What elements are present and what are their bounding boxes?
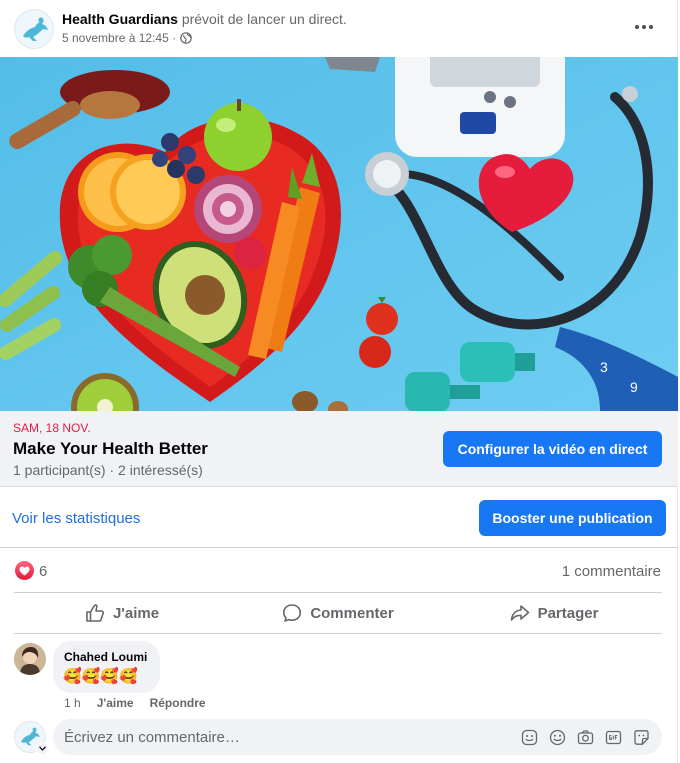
thumbs-up-icon	[86, 604, 104, 622]
globe-icon	[180, 32, 192, 44]
page-name[interactable]: Health Guardians	[62, 11, 178, 27]
love-reaction-icon[interactable]	[15, 561, 34, 580]
comment-label: Commenter	[310, 604, 394, 622]
comment-reply-link[interactable]: Répondre	[150, 696, 206, 710]
page-avatar[interactable]	[14, 9, 54, 49]
comment-button[interactable]: Commenter	[230, 593, 446, 633]
share-label: Partager	[537, 604, 599, 622]
emoji-icon[interactable]	[548, 728, 567, 747]
post-action-text: prévoit de lancer un direct.	[181, 11, 347, 27]
post-author-line: Health Guardians prévoit de lancer un di…	[62, 11, 347, 27]
comment-item: Chahed Loumi 🥰🥰🥰🥰 1 h J'aime Répondre	[0, 640, 678, 715]
configure-live-video-button[interactable]: Configurer la vidéo en direct	[443, 431, 662, 467]
post-actions-bar: J'aime Commenter Partager	[14, 592, 662, 634]
event-attendance: 1 participant(s) · 2 intéressé(s)	[13, 462, 203, 478]
comment-bubble-icon	[283, 604, 302, 622]
comment-meta: 1 h J'aime Répondre	[64, 696, 206, 710]
camera-icon[interactable]	[576, 728, 595, 747]
reaction-count[interactable]: 6	[39, 563, 47, 580]
post-header: Health Guardians prévoit de lancer un di…	[0, 0, 678, 57]
comment-composer	[0, 715, 678, 763]
post-image[interactable]: 3 9	[0, 57, 678, 411]
event-date: SAM, 18 NOV.	[13, 421, 91, 435]
insights-row: Voir les statistiques Booster une public…	[0, 488, 678, 548]
like-button[interactable]: J'aime	[14, 593, 230, 633]
reactions-summary: 6 1 commentaire	[0, 549, 678, 592]
event-title[interactable]: Make Your Health Better	[13, 439, 208, 459]
svg-text:9: 9	[630, 379, 638, 395]
post-meta: 5 novembre à 12:45 ·	[62, 31, 192, 45]
commenter-avatar[interactable]	[14, 643, 46, 675]
share-arrow-icon	[510, 605, 529, 621]
sticker-icon[interactable]	[520, 728, 539, 747]
more-options-icon[interactable]	[628, 14, 660, 40]
post-card: Health Guardians prévoit de lancer un di…	[0, 0, 678, 763]
healthy-food-stethoscope-illustration: 3 9	[0, 57, 678, 411]
chevron-down-icon[interactable]	[36, 742, 49, 755]
view-insights-link[interactable]: Voir les statistiques	[12, 510, 140, 527]
gif-icon[interactable]	[604, 728, 623, 747]
share-button[interactable]: Partager	[446, 593, 662, 633]
like-label: J'aime	[112, 604, 160, 622]
boost-post-button[interactable]: Booster une publication	[479, 500, 666, 536]
svg-text:3: 3	[600, 359, 608, 375]
post-timestamp[interactable]: 5 novembre à 12:45 ·	[62, 31, 176, 45]
health-guardians-logo	[16, 11, 53, 48]
comment-bubble: Chahed Loumi 🥰🥰🥰🥰	[53, 641, 160, 693]
event-info: SAM, 18 NOV. Make Your Health Better 1 p…	[0, 411, 678, 487]
comment-text: 🥰🥰🥰🥰	[63, 668, 138, 685]
avatar-sticker-icon[interactable]	[632, 728, 651, 747]
comment-like-link[interactable]: J'aime	[97, 696, 134, 710]
comment-author[interactable]: Chahed Loumi	[64, 650, 147, 664]
comment-count[interactable]: 1 commentaire	[562, 563, 661, 580]
composer-tools	[520, 728, 651, 747]
comment-time[interactable]: 1 h	[64, 696, 81, 710]
